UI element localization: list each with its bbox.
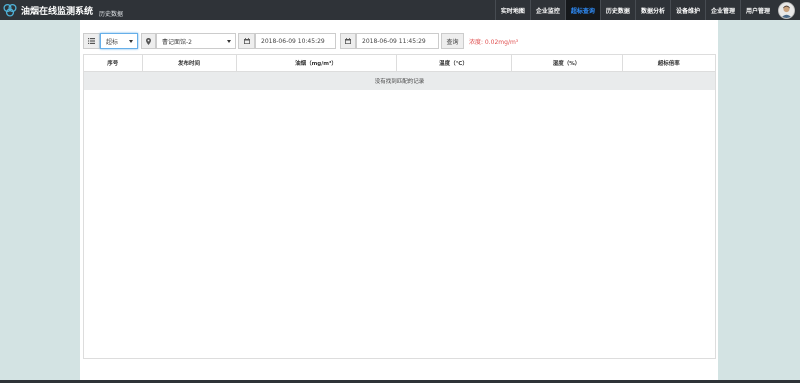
device-select[interactable]: 曹记面馆-2 (156, 33, 236, 49)
logo-icon (3, 3, 17, 17)
column-header-fume[interactable]: 油烟（mg/m³） (236, 55, 397, 72)
chevron-down-icon (129, 40, 133, 43)
column-header-overlimit-ratio[interactable]: 超标倍率 (622, 55, 715, 72)
calendar-icon (345, 38, 351, 44)
end-time-field[interactable]: 2018-06-09 11:45:29 (356, 33, 439, 49)
column-header-humidity[interactable]: 湿度（%） (511, 55, 623, 72)
calendar-icon (243, 38, 250, 44)
end-time-value: 2018-06-09 11:45:29 (362, 37, 426, 45)
main-nav: 实时地图 企业监控 超标查询 历史数据 数据分析 设备维护 企业管理 用户管理 (494, 0, 800, 20)
table-row: 没有找到匹配的记录 (84, 71, 715, 90)
column-header-publish-time[interactable]: 发布时间 (142, 55, 237, 72)
end-calendar-addon[interactable] (340, 33, 356, 49)
map-pin-icon (146, 37, 151, 45)
nav-item-realtime-map[interactable]: 实时地图 (494, 0, 530, 20)
nav-item-user-management[interactable]: 用户管理 (739, 0, 775, 20)
device-select-value: 曹记面馆-2 (162, 38, 192, 46)
table-header-row: 序号 发布时间 油烟（mg/m³） 温度（℃） 湿度（%） 超标倍率 (84, 55, 715, 72)
type-select-value: 超标 (106, 38, 119, 46)
page-subtitle: 历史数据 (99, 11, 124, 18)
chevron-down-icon (227, 40, 231, 43)
top-navbar: 油烟在线监测系统 历史数据 实时地图 企业监控 超标查询 历史数据 数据分析 设… (0, 0, 800, 20)
brand: 油烟在线监测系统 历史数据 (0, 0, 123, 20)
user-menu[interactable] (775, 0, 797, 20)
list-icon (88, 38, 95, 44)
query-button[interactable]: 查询 (441, 33, 464, 49)
main-panel: 超标 曹记面馆-2 2018-06-09 10:45:29 2018-06-09… (80, 20, 718, 383)
column-header-temperature[interactable]: 温度（℃） (396, 55, 512, 72)
user-avatar-icon (778, 2, 794, 18)
location-addon (141, 33, 156, 49)
no-records-message: 没有找到匹配的记录 (84, 71, 715, 90)
start-calendar-addon[interactable] (238, 33, 255, 49)
start-time-field[interactable]: 2018-06-09 10:45:29 (255, 33, 336, 49)
column-header-index[interactable]: 序号 (84, 55, 143, 72)
records-table: 序号 发布时间 油烟（mg/m³） 温度（℃） 湿度（%） 超标倍率 没有找到匹… (83, 54, 716, 359)
nav-item-device-maintenance[interactable]: 设备维护 (669, 0, 705, 20)
nav-item-history-data[interactable]: 历史数据 (599, 0, 635, 20)
nav-item-overlimit-query[interactable]: 超标查询 (564, 0, 600, 20)
start-time-value: 2018-06-09 10:45:29 (261, 37, 325, 45)
nav-item-data-analysis[interactable]: 数据分析 (634, 0, 670, 20)
density-label: 浓度: 0.02mg/m³ (469, 39, 519, 46)
app-title: 油烟在线监测系统 (21, 6, 94, 17)
nav-item-enterprise-monitor[interactable]: 企业监控 (529, 0, 565, 20)
filter-toolbar: 超标 曹记面馆-2 2018-06-09 10:45:29 2018-06-09… (83, 33, 713, 49)
type-select[interactable]: 超标 (100, 33, 138, 49)
list-addon (83, 33, 100, 49)
avatar[interactable] (777, 1, 795, 19)
nav-item-enterprise-management[interactable]: 企业管理 (704, 0, 740, 20)
